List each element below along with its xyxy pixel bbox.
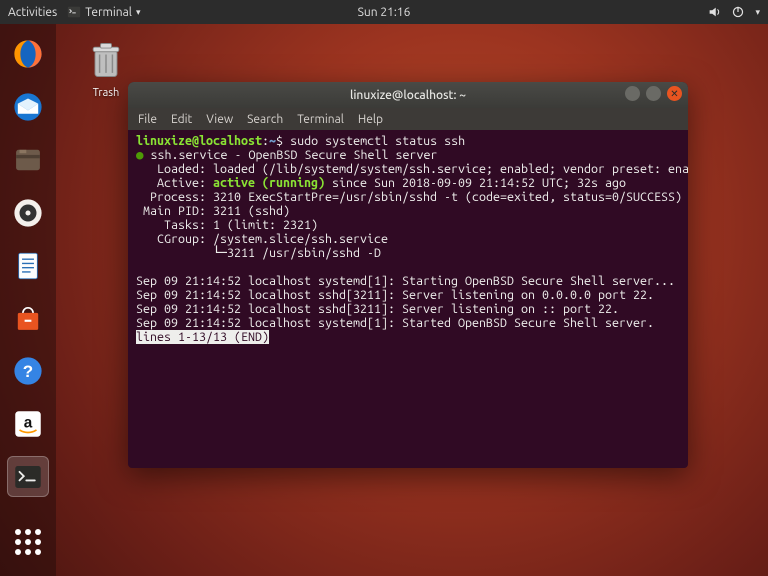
menu-terminal[interactable]: Terminal (297, 113, 344, 126)
activities-button[interactable]: Activities (8, 6, 57, 19)
terminal-icon (67, 5, 81, 19)
dock-writer[interactable] (7, 245, 49, 286)
help-icon: ? (11, 354, 45, 388)
menu-search[interactable]: Search (247, 113, 283, 126)
gnome-topbar: Activities Terminal ▾ Sun 21:16 ▾ (0, 0, 768, 24)
svg-text:?: ? (23, 362, 33, 381)
window-minimize-button[interactable] (625, 86, 640, 101)
terminal-window: linuxize@localhost: ~ ✕ File Edit View S… (128, 82, 688, 468)
menu-edit[interactable]: Edit (171, 113, 192, 126)
svg-text:a: a (24, 414, 33, 431)
power-icon[interactable] (731, 5, 745, 19)
dock: ? a (0, 24, 56, 576)
dock-thunderbird[interactable] (7, 87, 49, 128)
dock-files[interactable] (7, 140, 49, 181)
trash-icon (84, 38, 128, 82)
prompt-path: ~ (269, 134, 276, 148)
window-title: linuxize@localhost: ~ (350, 89, 466, 102)
thunderbird-icon (11, 90, 45, 124)
dock-help[interactable]: ? (7, 351, 49, 392)
menu-file[interactable]: File (138, 113, 157, 126)
desktop-trash[interactable]: Trash (78, 38, 134, 99)
window-menubar: File Edit View Search Terminal Help (128, 108, 688, 130)
shopping-bag-icon (11, 301, 45, 335)
dock-software[interactable] (7, 298, 49, 339)
show-applications[interactable] (7, 521, 49, 562)
desktop-trash-label: Trash (78, 87, 134, 99)
active-status: active (running) (213, 176, 325, 190)
clock[interactable]: Sun 21:16 (358, 6, 411, 19)
app-menu[interactable]: Terminal ▾ (67, 5, 140, 19)
chevron-down-icon: ▾ (136, 7, 141, 18)
amazon-icon: a (11, 407, 45, 441)
prompt-user: linuxize@localhost (136, 134, 262, 148)
document-icon (11, 249, 45, 283)
menu-help[interactable]: Help (358, 113, 383, 126)
menu-view[interactable]: View (206, 113, 233, 126)
pager-end: lines 1-13/13 (END) (136, 330, 269, 344)
dock-terminal[interactable] (7, 456, 49, 497)
window-close-button[interactable]: ✕ (667, 86, 682, 101)
chevron-down-icon[interactable]: ▾ (755, 7, 760, 18)
firefox-icon (11, 37, 45, 71)
dock-rhythmbox[interactable] (7, 192, 49, 233)
terminal-output[interactable]: linuxize@localhost:~$ sudo systemctl sta… (128, 130, 688, 352)
window-maximize-button[interactable] (646, 86, 661, 101)
volume-icon[interactable] (707, 5, 721, 19)
window-titlebar[interactable]: linuxize@localhost: ~ ✕ (128, 82, 688, 108)
music-icon (11, 196, 45, 230)
dock-firefox[interactable] (7, 34, 49, 75)
dock-amazon[interactable]: a (7, 404, 49, 445)
app-menu-label: Terminal (85, 6, 132, 19)
terminal-icon (11, 460, 45, 494)
files-icon (11, 143, 45, 177)
status-dot-icon: ● (136, 148, 144, 162)
command-text: sudo systemctl status ssh (290, 134, 465, 148)
